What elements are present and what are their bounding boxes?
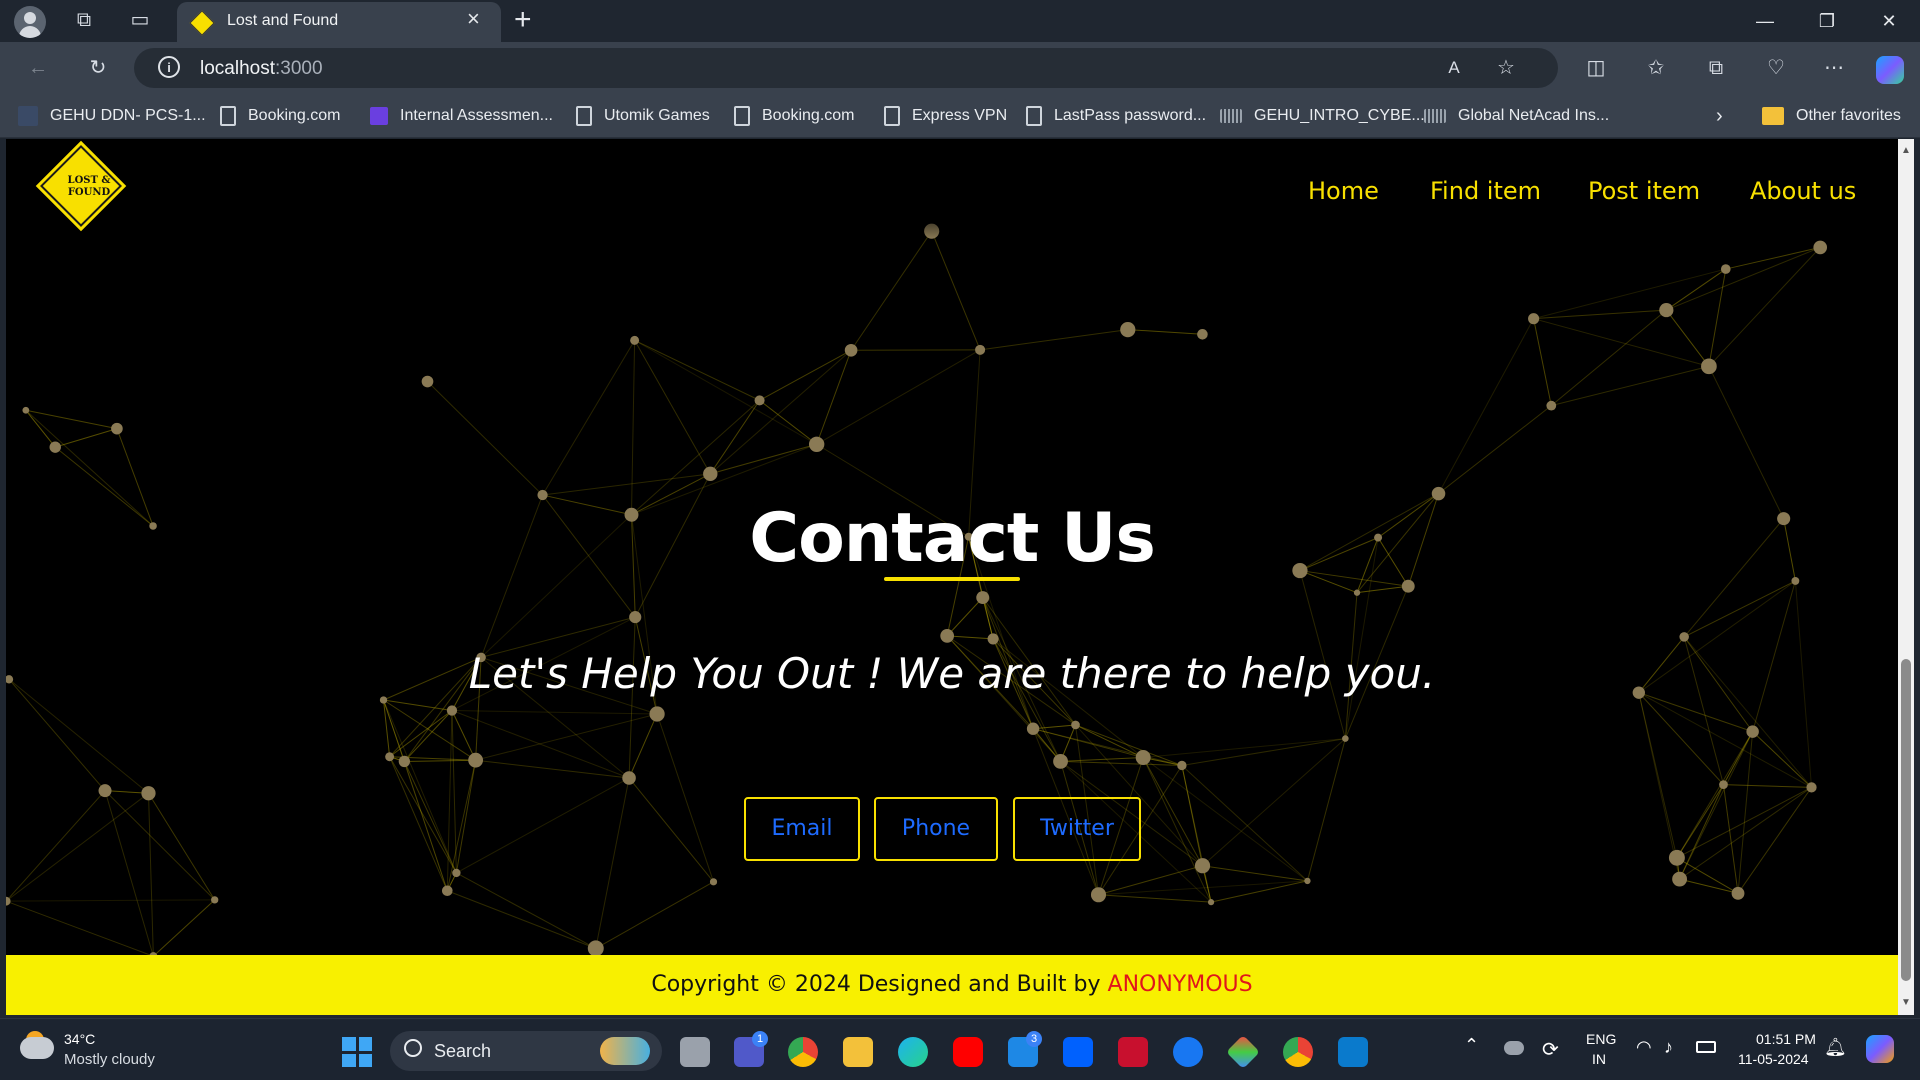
favorite-item[interactable]: Express VPN <box>884 104 1007 128</box>
volume-icon[interactable]: ♪ <box>1664 1037 1673 1058</box>
page-scrollbar[interactable]: ▲ ▼ <box>1898 139 1914 1015</box>
tab-title: Lost and Found <box>227 12 339 29</box>
chrome-profile-icon[interactable] <box>1283 1037 1313 1067</box>
search-icon <box>404 1039 422 1057</box>
other-favorites-folder[interactable]: Other favorites <box>1762 104 1901 128</box>
weather-desc: Mostly cloudy <box>64 1051 155 1068</box>
close-window-icon[interactable]: ✕ <box>1866 4 1912 38</box>
nav-post-item-link[interactable]: Post item <box>1588 177 1700 205</box>
windows-taskbar: 34°C Mostly cloudy Search 1 3 ⌃ ⟳ ENG IN… <box>0 1018 1920 1080</box>
mail-badge: 3 <box>1026 1031 1042 1047</box>
taskbar-search[interactable]: Search <box>390 1031 662 1071</box>
more-options-icon[interactable]: ⋯ <box>1818 52 1850 84</box>
favorite-item[interactable]: LastPass password... <box>1026 104 1206 128</box>
restore-window-icon[interactable]: ❐ <box>1804 4 1850 38</box>
favorite-item[interactable]: Booking.com <box>734 104 855 128</box>
copilot-icon[interactable] <box>1876 56 1904 84</box>
browser-toolbar: ← ↻ i localhost:3000 A ☆ ◫ ✩ ⧉ ♡ ⋯ <box>0 42 1920 94</box>
facebook-icon[interactable] <box>1173 1037 1203 1067</box>
favorite-item[interactable]: Global NetAcad Ins... <box>1424 104 1609 128</box>
footer-author: ANONYMOUS <box>1107 972 1253 997</box>
nav-home-link[interactable]: Home <box>1308 177 1379 205</box>
back-icon[interactable]: ← <box>22 52 54 84</box>
search-label: Search <box>434 1041 492 1061</box>
weather-temp: 34°C <box>64 1031 96 1047</box>
file-explorer-icon[interactable] <box>843 1037 873 1067</box>
phone-button[interactable]: Phone <box>874 797 998 861</box>
twitter-button[interactable]: Twitter <box>1013 797 1141 861</box>
onedrive-icon[interactable] <box>1504 1041 1524 1055</box>
logo-text: LOST & FOUND <box>67 175 111 198</box>
minimize-window-icon[interactable]: — <box>1742 4 1788 38</box>
teams-badge: 1 <box>752 1031 768 1047</box>
favorite-star-icon[interactable]: ☆ <box>1490 52 1522 84</box>
sync-icon[interactable]: ⟳ <box>1542 1037 1559 1062</box>
dropbox-icon[interactable] <box>1063 1037 1093 1067</box>
notifications-bell-icon[interactable]: 🔔︎ <box>1824 1037 1847 1058</box>
collections-icon[interactable]: ⧉ <box>1700 52 1732 84</box>
task-view-icon[interactable] <box>680 1037 710 1067</box>
nav-about-us-link[interactable]: About us <box>1750 177 1856 205</box>
page-title: Contact Us <box>749 499 1156 578</box>
battery-icon[interactable] <box>1696 1041 1716 1053</box>
wifi-icon[interactable]: ◠ <box>1636 1037 1652 1058</box>
scroll-thumb[interactable] <box>1901 659 1911 981</box>
footer: Copyright © 2024 Designed and Built by A… <box>6 955 1898 1015</box>
favorite-item[interactable]: Utomik Games <box>576 104 710 128</box>
start-button-icon[interactable] <box>342 1037 372 1067</box>
browser-essentials-icon[interactable]: ♡ <box>1760 52 1792 84</box>
search-highlight-icon <box>600 1037 650 1065</box>
copilot-taskbar-icon[interactable] <box>1866 1035 1894 1063</box>
read-aloud-icon[interactable]: A <box>1438 52 1470 84</box>
clock-time[interactable]: 01:51 PM <box>1756 1031 1816 1047</box>
new-tab-icon[interactable]: + <box>514 3 532 37</box>
scroll-up-icon[interactable]: ▲ <box>1901 145 1911 156</box>
edge-icon[interactable] <box>898 1037 928 1067</box>
vscode-icon[interactable] <box>1338 1037 1368 1067</box>
tagline: Let's Help You Out ! We are there to hel… <box>468 649 1436 698</box>
address-bar[interactable]: i localhost:3000 A ☆ <box>134 48 1558 88</box>
refresh-icon[interactable]: ↻ <box>82 52 114 84</box>
favorite-item[interactable]: GEHU DDN- PCS-1... <box>18 104 206 128</box>
nav-find-item-link[interactable]: Find item <box>1430 177 1541 205</box>
tab-actions-icon[interactable]: ▭ <box>124 4 156 36</box>
site-favicon-icon <box>189 10 215 36</box>
cloud-icon <box>20 1037 54 1059</box>
favorites-bar: GEHU DDN- PCS-1... Booking.com Internal … <box>0 94 1920 138</box>
workspaces-icon[interactable]: ⧉ <box>68 4 100 36</box>
scroll-down-icon[interactable]: ▼ <box>1901 997 1911 1008</box>
browser-tab-active[interactable]: Lost and Found × <box>177 2 501 42</box>
split-screen-icon[interactable]: ◫ <box>1580 52 1612 84</box>
profile-avatar-icon[interactable] <box>14 6 46 38</box>
chrome-icon[interactable] <box>788 1037 818 1067</box>
mcafee-icon[interactable] <box>1118 1037 1148 1067</box>
email-button[interactable]: Email <box>744 797 860 861</box>
region-indicator: IN <box>1592 1051 1606 1067</box>
app-icon[interactable] <box>1226 1035 1260 1069</box>
language-indicator[interactable]: ENG <box>1586 1031 1616 1047</box>
tray-overflow-icon[interactable]: ⌃ <box>1464 1035 1479 1056</box>
footer-text: Copyright © 2024 Designed and Built by <box>651 972 1101 997</box>
favorite-item[interactable]: GEHU_INTRO_CYBE... <box>1220 104 1425 128</box>
browser-tab-strip: ⧉ ▭ Lost and Found × + — ❐ ✕ <box>0 0 1920 42</box>
url-text[interactable]: localhost:3000 <box>200 58 323 80</box>
clock-date[interactable]: 11-05-2024 <box>1738 1051 1809 1067</box>
site-info-icon[interactable]: i <box>158 56 180 78</box>
favorite-item[interactable]: Booking.com <box>220 104 341 128</box>
favorite-item[interactable]: Internal Assessmen... <box>370 104 553 128</box>
youtube-icon[interactable] <box>953 1037 983 1067</box>
close-tab-icon[interactable]: × <box>467 6 480 32</box>
favorites-overflow-icon[interactable]: › <box>1716 104 1723 128</box>
favorites-icon[interactable]: ✩ <box>1640 52 1672 84</box>
title-underline <box>884 577 1020 581</box>
web-page: LOST & FOUND Home Find item Post item Ab… <box>6 139 1898 1015</box>
